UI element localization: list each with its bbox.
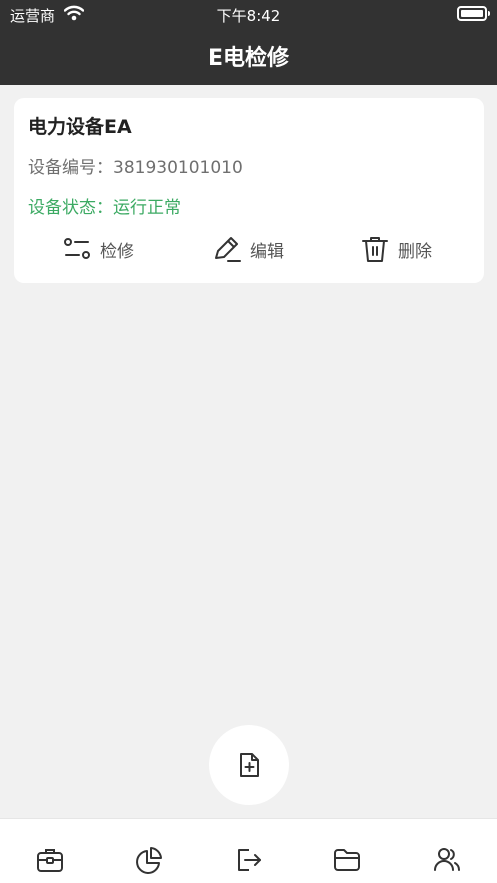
edit-label: 编辑: [250, 241, 284, 262]
pie-chart-icon: [136, 847, 162, 874]
briefcase-icon: [37, 849, 63, 872]
repair-button[interactable]: 检修: [62, 232, 134, 266]
device-name: 电力设备EA: [28, 116, 132, 138]
logout-icon: [238, 849, 261, 871]
tab-briefcase[interactable]: [33, 843, 67, 877]
tab-bar: [0, 818, 497, 883]
page-title: E电检修: [207, 46, 290, 71]
tab-users[interactable]: [430, 843, 464, 877]
device-code: 设备编号：381930101010: [28, 158, 243, 178]
tab-folder[interactable]: [330, 843, 364, 877]
card-actions: 检修 编辑 删除: [14, 232, 484, 266]
delete-button[interactable]: 删除: [360, 232, 432, 266]
pencil-icon: [215, 237, 241, 262]
trash-icon: [362, 237, 388, 262]
tab-statistics[interactable]: [132, 843, 166, 877]
device-card: 电力设备EA 设备编号：381930101010 设备状态：运行正常 检修 编辑: [14, 98, 484, 283]
add-device-button[interactable]: [209, 725, 289, 805]
battery-icon: [457, 6, 490, 21]
tab-logout[interactable]: [231, 843, 265, 877]
users-icon: [434, 848, 461, 871]
nav-bar: E电检修: [0, 28, 497, 85]
folder-icon: [334, 849, 360, 871]
file-plus-icon: [240, 753, 259, 777]
repair-label: 检修: [100, 241, 134, 262]
edit-button[interactable]: 编辑: [212, 232, 284, 266]
device-status: 设备状态：运行正常: [28, 198, 181, 218]
adjust-icon: [64, 238, 90, 259]
delete-label: 删除: [398, 241, 432, 262]
clock: 下午8:42: [216, 7, 281, 25]
status-bar: 运营商 下午8:42: [0, 0, 497, 28]
